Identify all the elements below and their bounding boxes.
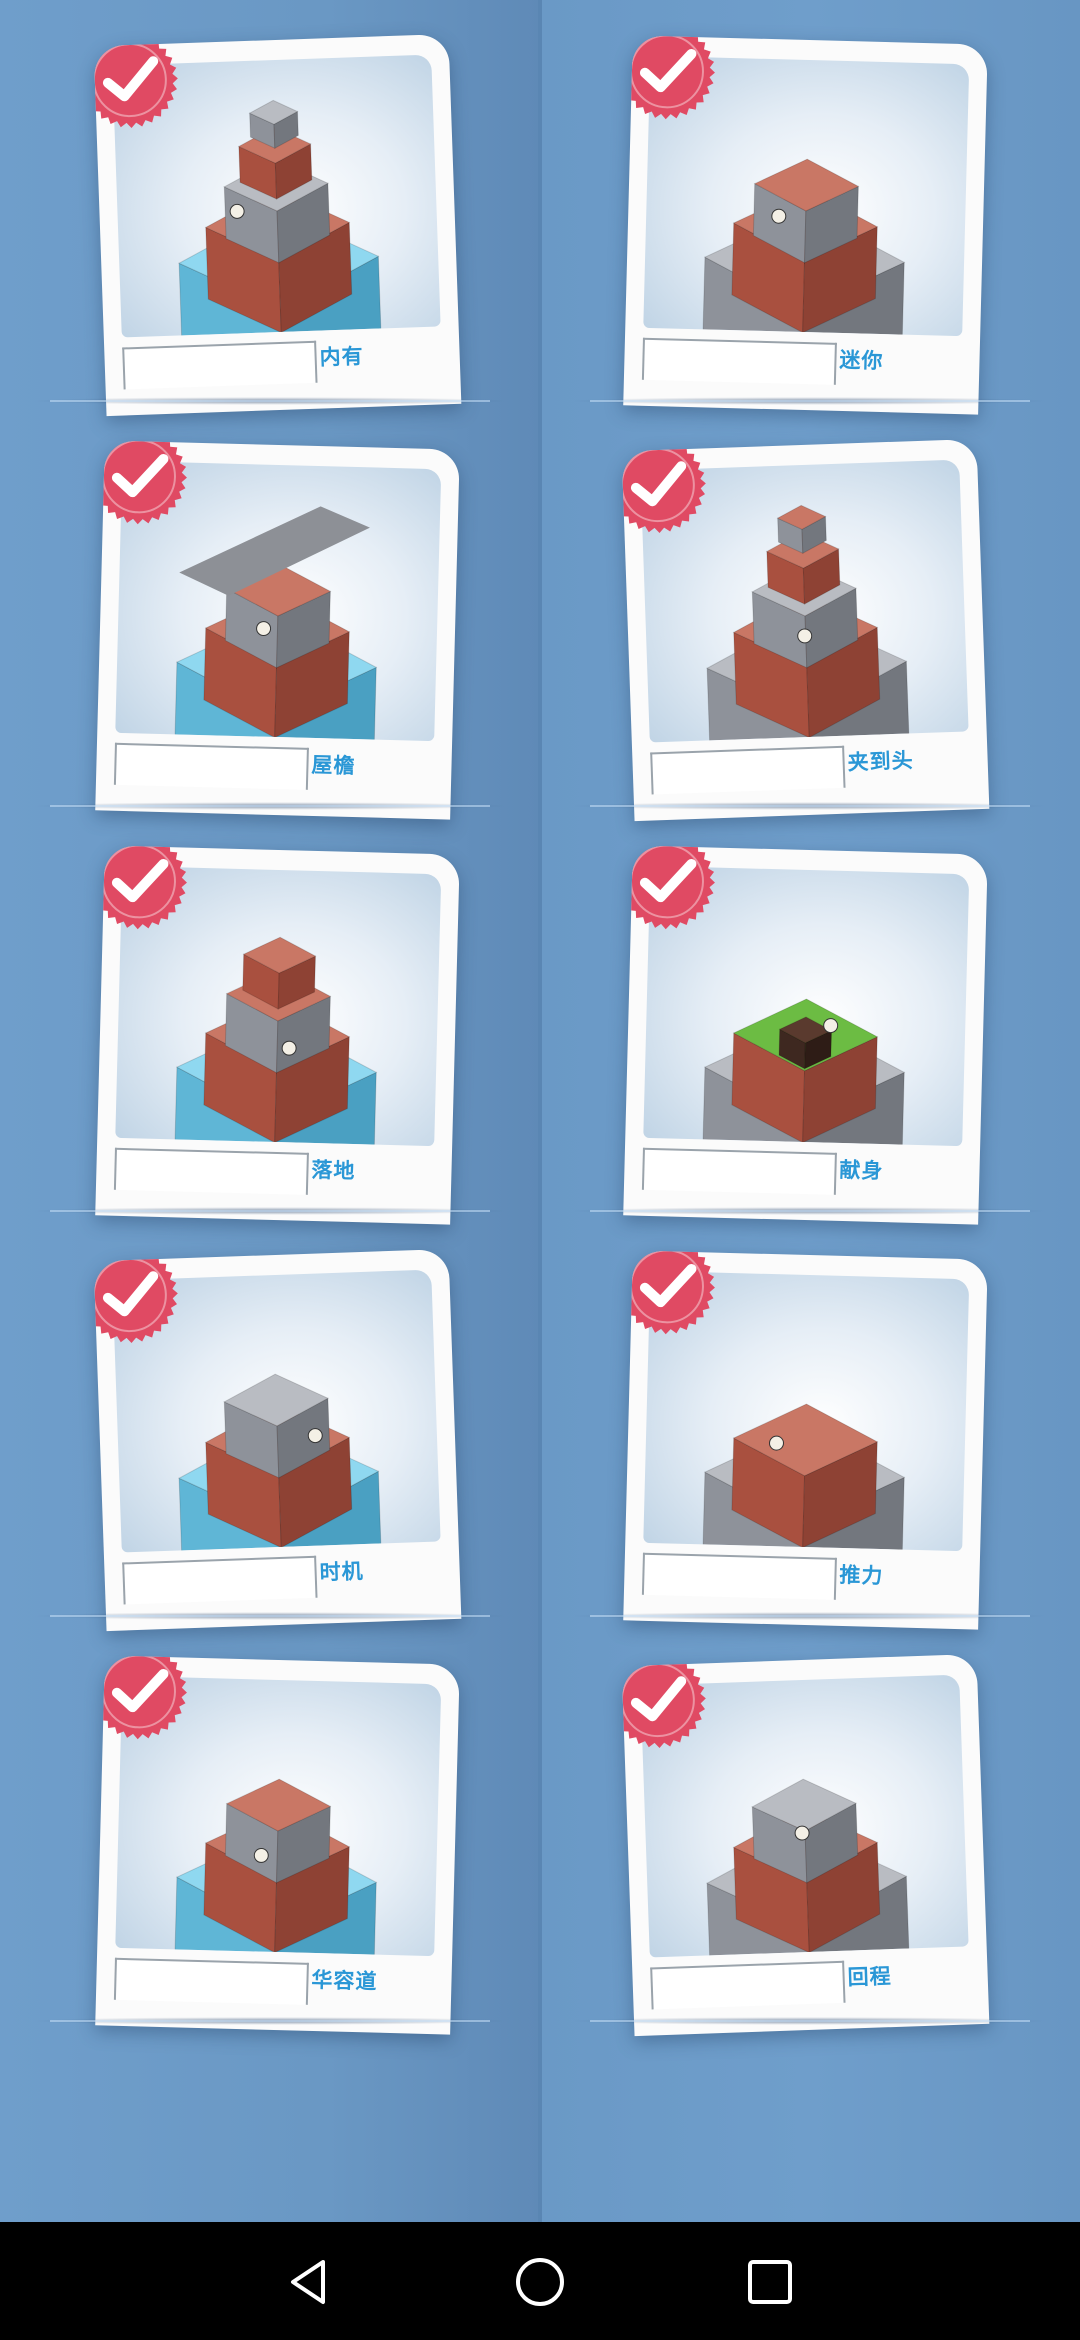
- shelf-highlight: [590, 805, 1030, 807]
- level-name-box: [113, 1147, 309, 1195]
- checkmark-seal-icon: [95, 845, 187, 930]
- level-card[interactable]: 迷你: [623, 35, 988, 415]
- level-card[interactable]: 内有: [93, 33, 462, 417]
- level-slot: 屋檐: [0, 405, 540, 820]
- level-slot: 华容道: [0, 1620, 540, 2035]
- level-name-box: [122, 1555, 318, 1605]
- level-name: 推力: [839, 1562, 884, 1589]
- system-navigation-bar: [0, 2222, 1080, 2340]
- level-slot: 献身: [540, 810, 1080, 1225]
- level-name-box: [641, 1147, 837, 1195]
- checkmark-seal-icon: [621, 438, 706, 534]
- shelf-highlight: [50, 1615, 490, 1617]
- level-name-box: [122, 340, 318, 390]
- level-slot: 落地: [0, 810, 540, 1225]
- checkmark-seal-icon: [93, 33, 178, 129]
- level-name: 屋檐: [311, 752, 356, 779]
- level-slot: 内有: [0, 0, 540, 417]
- level-slot: 夹到头: [540, 405, 1080, 822]
- level-card[interactable]: 屋檐: [95, 440, 460, 820]
- shelf-highlight: [50, 805, 490, 807]
- shelf-highlight: [590, 1615, 1030, 1617]
- level-name-box: [113, 742, 309, 790]
- level-name-box: [113, 1957, 309, 2005]
- level-name: 迷你: [839, 347, 884, 374]
- level-slot: 回程: [540, 1620, 1080, 2037]
- level-name-box: [641, 1552, 837, 1600]
- level-card[interactable]: 落地: [95, 845, 460, 1225]
- shelf-highlight: [50, 1210, 490, 1212]
- shelf-highlight: [590, 1210, 1030, 1212]
- checkmark-seal-icon: [93, 1248, 178, 1344]
- level-name-box: [650, 1960, 846, 2010]
- recent-square-icon[interactable]: [744, 2256, 796, 2308]
- level-name: 落地: [311, 1157, 356, 1184]
- level-card[interactable]: 时机: [93, 1248, 462, 1632]
- checkmark-seal-icon: [623, 845, 715, 930]
- level-card[interactable]: 华容道: [95, 1655, 460, 2035]
- level-name-box: [650, 745, 846, 795]
- checkmark-seal-icon: [95, 440, 187, 525]
- level-name: 夹到头: [847, 748, 915, 775]
- level-slot: 推力: [540, 1215, 1080, 1630]
- back-triangle-icon[interactable]: [283, 2256, 335, 2308]
- level-slot: 时机: [0, 1215, 540, 1632]
- checkmark-seal-icon: [95, 1655, 187, 1740]
- level-name: 内有: [319, 344, 365, 370]
- shelf-highlight: [590, 2020, 1030, 2022]
- checkmark-seal-icon: [623, 1250, 715, 1335]
- level-name: 时机: [319, 1559, 365, 1585]
- shelf-highlight: [50, 2020, 490, 2022]
- checkmark-seal-icon: [623, 35, 715, 120]
- level-card[interactable]: 夹到头: [621, 438, 990, 822]
- shelf-highlight: [590, 400, 1030, 402]
- level-card[interactable]: 回程: [621, 1653, 990, 2037]
- level-name: 华容道: [311, 1967, 378, 1994]
- level-name-box: [641, 337, 837, 385]
- checkmark-seal-icon: [621, 1653, 706, 1749]
- level-card[interactable]: 推力: [623, 1250, 988, 1630]
- home-circle-icon[interactable]: [514, 2256, 566, 2308]
- level-slot: 迷你: [540, 0, 1080, 415]
- level-card[interactable]: 献身: [623, 845, 988, 1225]
- level-name: 回程: [847, 1964, 893, 1990]
- shelf-highlight: [50, 400, 490, 402]
- level-name: 献身: [839, 1157, 884, 1184]
